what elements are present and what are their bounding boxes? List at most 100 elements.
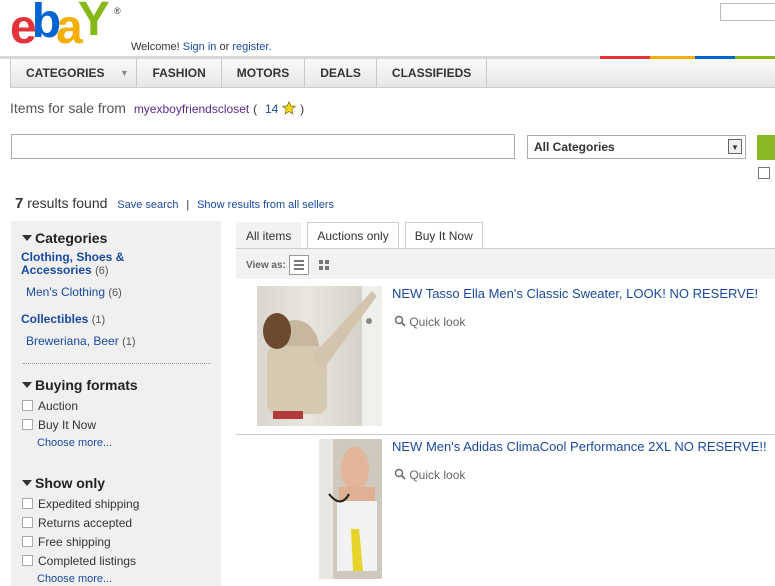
welcome-bar: Welcome! Sign in or register. xyxy=(131,41,271,53)
view-as-label: View as: xyxy=(246,260,286,271)
filter-returns-accepted[interactable]: Returns accepted xyxy=(22,516,132,530)
listing-2-quick-look[interactable]: Quick look xyxy=(394,468,465,482)
category-collectibles-count: (1) xyxy=(91,314,106,326)
show-all-sellers-link[interactable]: Show results from all sellers xyxy=(197,199,334,211)
results-summary: 7 results found Save search | Show resul… xyxy=(15,195,334,212)
show-only-label: Show only xyxy=(35,475,105,491)
checkbox[interactable] xyxy=(22,536,33,547)
filter-buy-it-now-label: Buy It Now xyxy=(38,418,97,432)
chevron-down-icon[interactable]: ▼ xyxy=(728,139,742,154)
listing-2-quick-look-label: Quick look xyxy=(409,468,466,482)
refine-sidebar: Categories Clothing, Shoes & Accessories… xyxy=(11,221,221,586)
subcategory-mens-clothing-count: (6) xyxy=(108,287,122,299)
category-collectibles-label: Collectibles xyxy=(21,312,89,326)
listing-separator xyxy=(236,434,775,435)
sign-in-link[interactable]: Sign in xyxy=(183,41,217,53)
logo-letter-b: b xyxy=(31,0,61,48)
buying-formats-label: Buying formats xyxy=(35,377,138,393)
checkbox[interactable] xyxy=(22,498,33,509)
subcategory-mens-clothing-link[interactable]: Men's Clothing (6) xyxy=(26,285,122,299)
filter-expedited-shipping[interactable]: Expedited shipping xyxy=(22,497,139,511)
registered-mark: ® xyxy=(114,6,121,16)
logo-letter-a: a xyxy=(56,1,83,54)
category-clothing-link[interactable]: Clothing, Shoes & xyxy=(21,250,124,264)
checkbox[interactable] xyxy=(22,555,33,566)
feedback-score-link[interactable]: 14 xyxy=(265,102,278,116)
listing-2-thumbnail[interactable] xyxy=(319,439,382,579)
seller-heading: Items for sale from myexboyfriendscloset… xyxy=(10,100,304,116)
nav-tab-deals[interactable]: DEALS xyxy=(305,59,377,87)
category-select-value: All Categories xyxy=(534,140,615,154)
save-search-link[interactable]: Save search xyxy=(117,199,178,211)
listing-1-title-link[interactable]: NEW Tasso Ella Men's Classic Sweater, LO… xyxy=(392,286,758,301)
buying-formats-heading[interactable]: Buying formats xyxy=(22,377,138,393)
listing-tabs: All items Auctions only Buy It Now xyxy=(236,222,489,249)
filter-completed-label: Completed listings xyxy=(38,554,137,568)
grid-view-icon[interactable] xyxy=(318,259,330,271)
checkbox[interactable] xyxy=(22,517,33,528)
listing-1-thumbnail[interactable] xyxy=(257,286,382,426)
listing-1-photo xyxy=(263,286,382,426)
choose-more-formats-link[interactable]: Choose more... xyxy=(37,437,112,449)
tab-buy-it-now[interactable]: Buy It Now xyxy=(404,222,483,249)
filter-free-shipping-label: Free shipping xyxy=(38,535,111,549)
listing-2-title-link[interactable]: NEW Men's Adidas ClimaCool Performance 2… xyxy=(392,439,767,454)
nav-tab-categories[interactable]: CATEGORIES xyxy=(11,59,112,87)
tab-auctions-only[interactable]: Auctions only xyxy=(307,222,399,249)
filter-free-shipping[interactable]: Free shipping xyxy=(22,535,111,549)
checkbox[interactable] xyxy=(22,419,33,430)
filter-returns-label: Returns accepted xyxy=(38,516,133,530)
seller-name-link[interactable]: myexboyfriendscloset xyxy=(134,102,249,116)
seller-prefix: Items for sale from xyxy=(10,100,126,116)
sidebar-divider xyxy=(23,363,211,364)
category-clothing-line1: Clothing, Shoes & xyxy=(21,250,125,264)
subcategory-breweriana-label: Breweriana, Beer xyxy=(26,334,119,348)
logo-letter-e: e xyxy=(10,1,37,54)
logo-letter-y: Y xyxy=(77,0,110,46)
category-select[interactable]: All Categories ▼ xyxy=(527,135,746,159)
magnifier-icon xyxy=(394,468,406,480)
feedback-open-paren: ( xyxy=(253,102,258,116)
categories-heading-label: Categories xyxy=(35,230,108,246)
listing-1-quick-look-label: Quick look xyxy=(409,315,466,329)
magnifier-icon xyxy=(394,315,406,327)
nav-tab-fashion[interactable]: FASHION xyxy=(137,59,222,87)
listing-2-photo xyxy=(319,439,377,579)
listing-1-quick-look[interactable]: Quick look xyxy=(394,315,465,329)
category-clothing-line2: Accessories xyxy=(21,263,92,277)
checkbox[interactable] xyxy=(22,400,33,411)
top-right-search-box[interactable] xyxy=(720,3,775,21)
category-clothing-count: (6) xyxy=(95,265,109,277)
register-link[interactable]: register. xyxy=(232,41,271,53)
search-input[interactable] xyxy=(11,134,515,159)
main-nav: CATEGORIES ▼ FASHION MOTORS DEALS CLASSI… xyxy=(10,59,775,88)
list-view-icon[interactable] xyxy=(289,255,309,275)
collapse-triangle-icon xyxy=(22,480,32,486)
welcome-text: Welcome! xyxy=(131,41,180,53)
collapse-triangle-icon xyxy=(22,382,32,388)
subcategory-breweriana-count: (1) xyxy=(122,336,136,348)
subcategory-breweriana-link[interactable]: Breweriana, Beer (1) xyxy=(26,334,136,348)
categories-heading[interactable]: Categories xyxy=(22,230,107,246)
tab-all-items[interactable]: All items xyxy=(236,222,302,249)
nav-tab-classifieds[interactable]: CLASSIFIEDS xyxy=(377,59,488,87)
subcategory-mens-clothing-label: Men's Clothing xyxy=(26,285,105,299)
ebay-logo[interactable]: ebaY xyxy=(10,0,110,54)
categories-dropdown-icon[interactable]: ▼ xyxy=(112,59,138,87)
filter-buy-it-now[interactable]: Buy It Now xyxy=(22,418,96,432)
choose-more-show-link[interactable]: Choose more... xyxy=(37,573,112,585)
search-button[interactable] xyxy=(757,135,775,160)
category-collectibles-link[interactable]: Collectibles (1) xyxy=(21,312,105,326)
collapse-triangle-icon xyxy=(22,235,32,241)
or-text: or xyxy=(219,41,230,53)
results-separator: | xyxy=(186,199,190,211)
filter-expedited-label: Expedited shipping xyxy=(38,497,140,511)
show-only-heading[interactable]: Show only xyxy=(22,475,105,491)
category-clothing-link-2[interactable]: Accessories (6) xyxy=(21,263,109,277)
filter-auction-label: Auction xyxy=(38,399,79,413)
filter-completed-listings[interactable]: Completed listings xyxy=(22,554,136,568)
results-count: 7 xyxy=(15,195,24,212)
filter-auction[interactable]: Auction xyxy=(22,399,78,413)
search-option-checkbox[interactable] xyxy=(758,167,770,179)
nav-tab-motors[interactable]: MOTORS xyxy=(222,59,306,87)
